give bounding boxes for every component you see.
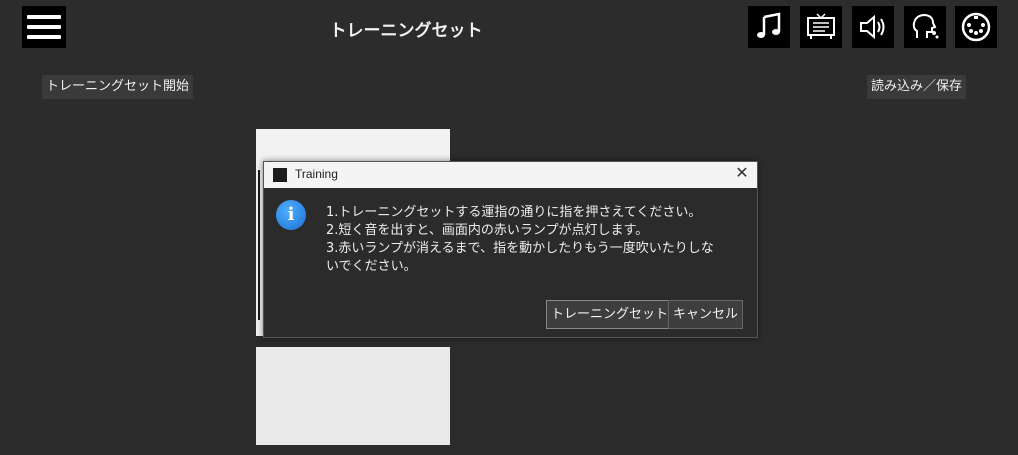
midi-icon[interactable] (955, 6, 997, 48)
dialog-message: 1.トレーニングセットする運指の通りに指を押さえてください。 2.短く音を出すと… (326, 204, 746, 276)
speaker-icon[interactable] (852, 6, 894, 48)
load-save-button[interactable]: 読み込み／保存 (867, 75, 967, 99)
app-icon (273, 168, 287, 182)
message-line-4: いでください。 (326, 259, 417, 274)
hamburger-line (27, 35, 61, 39)
display-icon[interactable] (800, 6, 842, 48)
fingering-chart-lower (256, 347, 450, 445)
message-line-1: 1.トレーニングセットする運指の通りに指を押さえてください。 (326, 205, 702, 220)
chart-line (258, 170, 260, 320)
training-dialog: Training ✕ i 1.トレーニングセットする運指の通りに指を押さえてくだ… (263, 161, 758, 338)
training-set-button[interactable]: トレーニングセット (546, 300, 674, 329)
hamburger-line (27, 15, 61, 19)
close-icon[interactable]: ✕ (731, 163, 753, 185)
menu-button[interactable] (22, 6, 66, 48)
cancel-button[interactable]: キャンセル (668, 300, 744, 329)
hamburger-line (27, 25, 61, 29)
dialog-titlebar: Training ✕ (264, 162, 757, 188)
music-note-icon[interactable] (748, 6, 790, 48)
dialog-title: Training (295, 167, 338, 181)
info-icon: i (276, 200, 306, 230)
breath-icon[interactable] (904, 6, 946, 48)
message-line-3: 3.赤いランプが消えるまで、指を動かしたりもう一度吹いたりしな (326, 241, 714, 256)
message-line-2: 2.短く音を出すと、画面内の赤いランプが点灯します。 (326, 223, 649, 238)
page-title: トレーニングセット (329, 21, 483, 41)
start-training-button[interactable]: トレーニングセット開始 (42, 75, 194, 99)
